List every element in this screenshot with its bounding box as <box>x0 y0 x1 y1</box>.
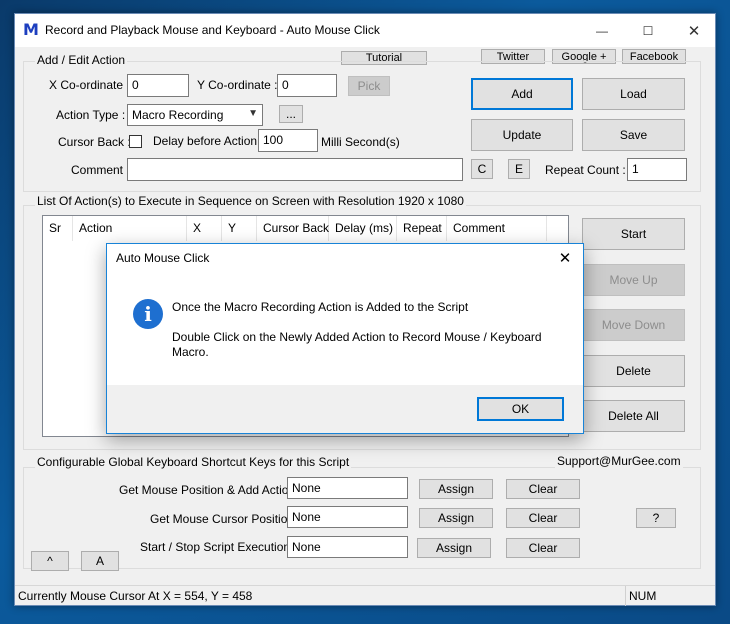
shortcuts-group-title: Configurable Global Keyboard Shortcut Ke… <box>35 455 352 469</box>
shortcut-input-add-action[interactable]: None <box>287 477 408 499</box>
delete-button[interactable]: Delete <box>582 355 685 387</box>
column-header-y[interactable]: Y <box>222 216 257 241</box>
delay-unit-label: Milli Second(s) <box>321 135 400 149</box>
cursor-back-checkbox[interactable] <box>129 135 142 148</box>
shortcut-label-cursor-position: Get Mouse Cursor Position : <box>150 512 301 526</box>
column-header-x[interactable]: X <box>187 216 222 241</box>
column-header-comment[interactable]: Comment <box>447 216 547 241</box>
maximize-button[interactable]: ☐ <box>625 14 671 47</box>
repeat-count-label: Repeat Count : <box>545 163 626 177</box>
delay-before-action-label: Delay before Action : <box>153 134 264 148</box>
save-button[interactable]: Save <box>582 119 685 151</box>
e-button[interactable]: E <box>508 159 530 179</box>
info-icon: i <box>133 299 163 329</box>
clear-button-cursor-position[interactable]: Clear <box>506 508 580 528</box>
y-coordinate-label: Y Co-ordinate : <box>197 78 278 92</box>
clear-button-start-stop[interactable]: Clear <box>506 538 580 558</box>
close-button[interactable]: ✕ <box>671 14 717 47</box>
delete-all-button[interactable]: Delete All <box>582 400 685 432</box>
action-type-label: Action Type : <box>56 108 126 122</box>
dialog-title-bar: Auto Mouse Click ✕ <box>107 244 583 273</box>
minimize-button[interactable]: — <box>579 14 625 47</box>
delay-input[interactable]: 100 <box>258 129 318 152</box>
add-edit-group-title: Add / Edit Action <box>35 53 128 67</box>
support-link[interactable]: Support@MurGee.com <box>555 454 683 468</box>
cursor-back-label: Cursor Back : <box>58 135 131 149</box>
c-button[interactable]: C <box>471 159 493 179</box>
app-logo-icon: M <box>23 20 39 39</box>
action-list-group-title: List Of Action(s) to Execute in Sequence… <box>35 194 466 208</box>
dialog-close-button[interactable]: ✕ <box>553 248 577 270</box>
comment-input[interactable] <box>127 158 463 181</box>
pick-button[interactable]: Pick <box>348 76 390 96</box>
info-dialog: Auto Mouse Click ✕ i Once the Macro Reco… <box>106 243 584 434</box>
dialog-message-line1: Once the Macro Recording Action is Added… <box>172 300 469 314</box>
shortcut-input-start-stop[interactable]: None <box>287 536 408 558</box>
clear-button-add-action[interactable]: Clear <box>506 479 580 499</box>
y-coordinate-input[interactable]: 0 <box>277 74 337 97</box>
add-button[interactable]: Add <box>471 78 573 110</box>
collapse-caret-button[interactable]: ^ <box>31 551 69 571</box>
column-header-delay[interactable]: Delay (ms) <box>329 216 397 241</box>
update-button[interactable]: Update <box>471 119 573 151</box>
dialog-title: Auto Mouse Click <box>116 251 210 265</box>
action-type-value: Macro Recording <box>132 108 224 122</box>
column-header-repeat[interactable]: Repeat <box>397 216 447 241</box>
move-down-button[interactable]: Move Down <box>582 309 685 341</box>
assign-button-cursor-position[interactable]: Assign <box>419 508 493 528</box>
x-coordinate-label: X Co-ordinate : <box>49 78 130 92</box>
num-lock-indicator: NUM <box>629 589 657 603</box>
dialog-message-line2: Double Click on the Newly Added Action t… <box>172 330 542 359</box>
column-header-sr[interactable]: Sr <box>43 216 73 241</box>
repeat-count-input[interactable]: 1 <box>627 158 687 181</box>
shortcut-input-cursor-position[interactable]: None <box>287 506 408 528</box>
x-coordinate-input[interactable]: 0 <box>127 74 189 97</box>
more-options-button[interactable]: ... <box>279 105 303 123</box>
load-button[interactable]: Load <box>582 78 685 110</box>
assign-button-start-stop[interactable]: Assign <box>417 538 491 558</box>
status-divider <box>625 586 626 606</box>
column-header-action[interactable]: Action <box>73 216 187 241</box>
assign-button-add-action[interactable]: Assign <box>419 479 493 499</box>
comment-label: Comment : <box>71 163 130 177</box>
shortcut-label-add-action: Get Mouse Position & Add Action : <box>119 483 302 497</box>
status-text: Currently Mouse Cursor At X = 554, Y = 4… <box>18 589 253 603</box>
shortcut-label-start-stop: Start / Stop Script Execution : <box>140 540 297 554</box>
a-button[interactable]: A <box>81 551 119 571</box>
dialog-body: i Once the Macro Recording Action is Add… <box>107 273 583 385</box>
help-button[interactable]: ? <box>636 508 676 528</box>
window-title: Record and Playback Mouse and Keyboard -… <box>45 23 380 37</box>
action-type-select[interactable]: Macro Recording ▼ <box>127 104 263 126</box>
column-header-cursor-back[interactable]: Cursor Back <box>257 216 329 241</box>
move-up-button[interactable]: Move Up <box>582 264 685 296</box>
status-bar: Currently Mouse Cursor At X = 554, Y = 4… <box>15 585 715 606</box>
chevron-down-icon: ▼ <box>248 108 258 119</box>
start-button[interactable]: Start <box>582 218 685 250</box>
ok-button[interactable]: OK <box>477 397 564 421</box>
title-bar: M Record and Playback Mouse and Keyboard… <box>15 14 715 47</box>
